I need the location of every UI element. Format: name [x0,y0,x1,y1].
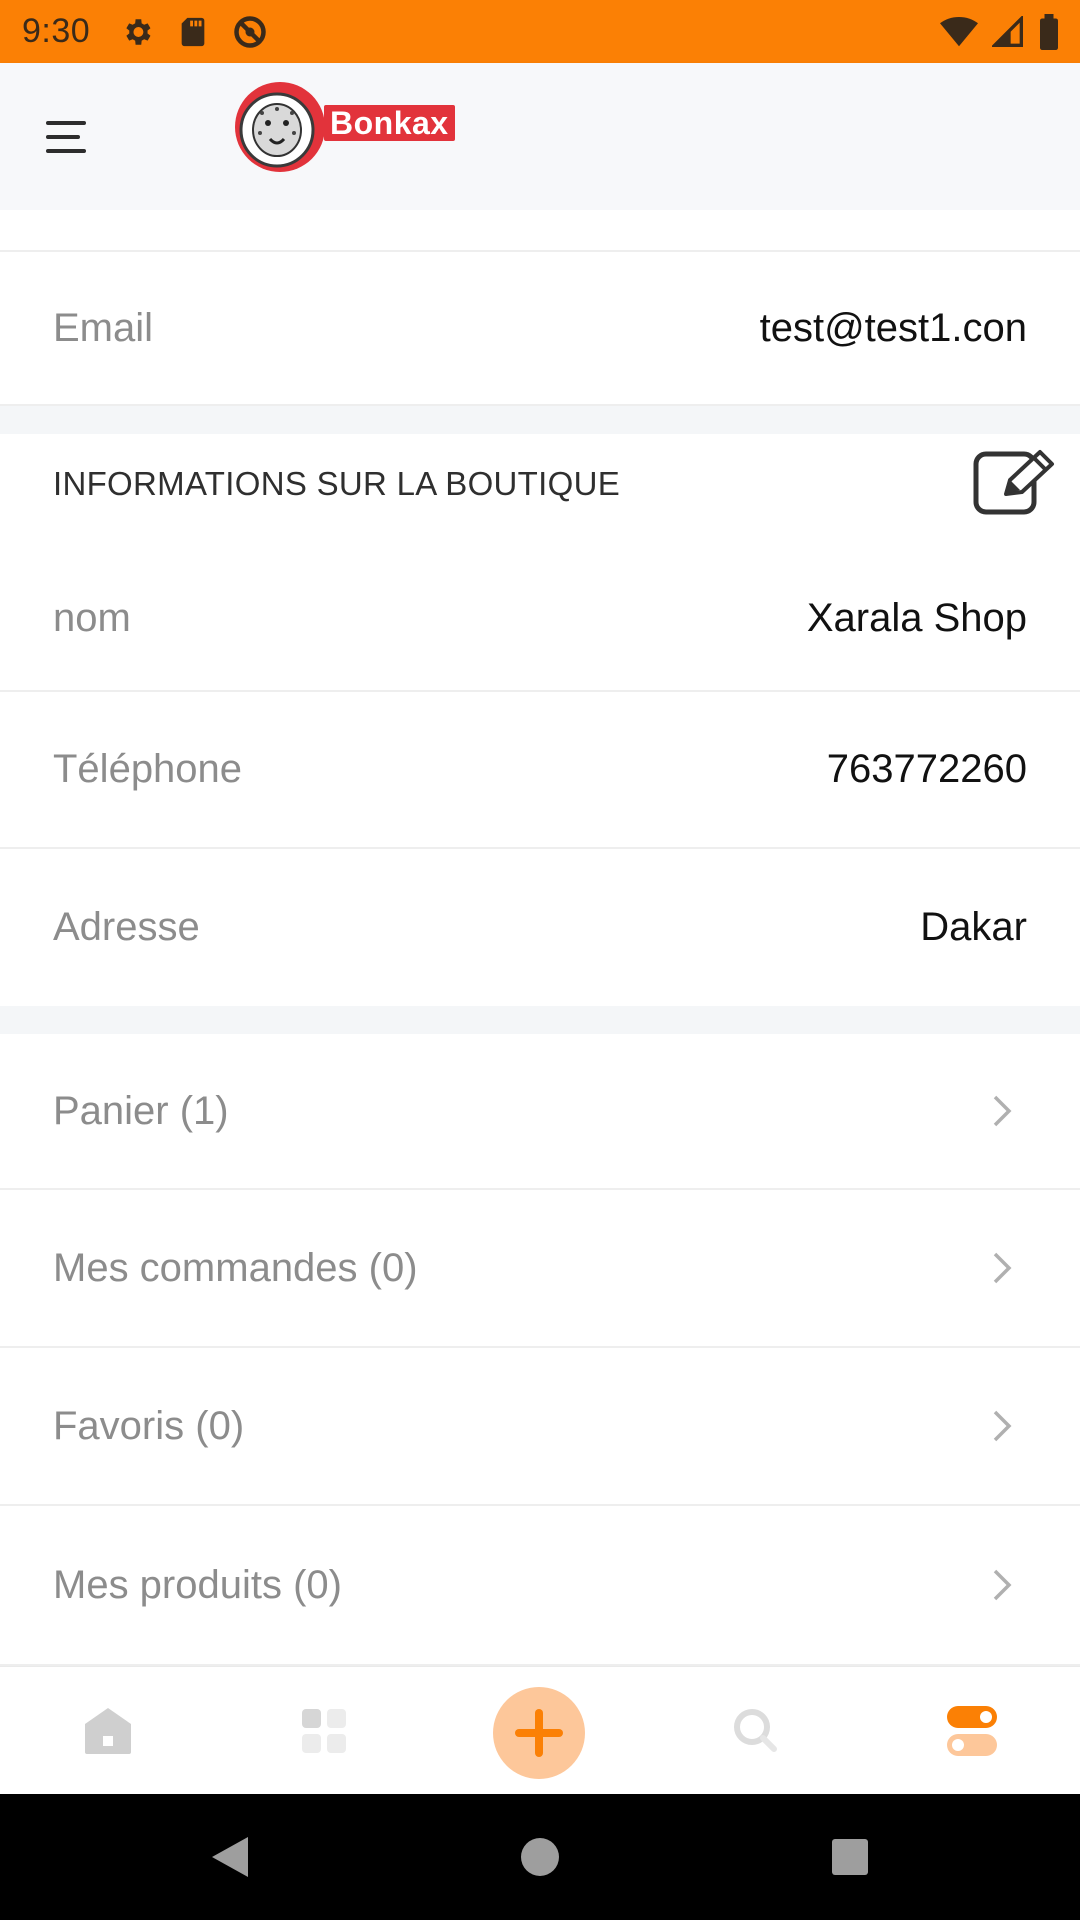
signal-icon [992,15,1023,47]
back-icon [212,1837,248,1877]
nav-add-button[interactable] [493,1687,585,1779]
menu-row-orders[interactable]: Mes commandes (0) [0,1190,1080,1348]
do-not-disturb-icon [234,15,266,48]
menu-button[interactable] [40,115,96,159]
nav-settings[interactable] [924,1667,1020,1795]
edit-icon [973,450,1054,515]
shop-address-label: Adresse [53,905,200,949]
shop-phone-row: Téléphone 763772260 [0,692,1080,849]
chevron-right-icon [993,1410,1012,1442]
home-icon [85,1708,131,1754]
wifi-icon [940,16,978,46]
system-nav-bar [0,1794,1080,1920]
menu-row-label: Mes commandes (0) [53,1245,418,1290]
nav-search[interactable] [708,1667,804,1795]
status-bar: 9:30 [0,0,1080,63]
leopard-logo-icon [235,82,325,172]
add-icon [515,1709,563,1757]
system-back-button[interactable] [190,1794,270,1920]
sd-card-icon [181,17,205,46]
menu-row-cart[interactable]: Panier (1) [0,1034,1080,1190]
email-label: Email [53,305,154,350]
recents-icon [832,1839,868,1875]
profile-row-top [0,210,1080,252]
chevron-right-icon [993,1569,1012,1601]
shop-phone-label: Téléphone [53,747,243,791]
system-recents-button[interactable] [810,1794,890,1920]
chevron-right-icon [993,1252,1012,1284]
email-row: Email test@test1.con [0,252,1080,406]
search-icon [734,1709,777,1752]
nav-home[interactable] [60,1667,156,1795]
menu-row-favorites[interactable]: Favoris (0) [0,1348,1080,1506]
shop-address-row: Adresse Dakar [0,849,1080,1006]
section-divider [0,1006,1080,1034]
edit-shop-button[interactable] [972,448,1056,516]
nav-categories[interactable] [276,1667,372,1795]
shop-phone-value: 763772260 [826,747,1027,791]
shop-name-row: nom Xarala Shop [0,546,1080,692]
email-value: test@test1.con [759,305,1027,350]
brand-logo[interactable]: Bonkax [232,75,477,185]
status-time: 9:30 [22,12,91,50]
section-divider [0,406,1080,434]
bottom-nav [0,1666,1080,1794]
gear-icon [126,18,151,45]
grid-icon [302,1709,346,1753]
shop-name-value: Xarala Shop [806,595,1027,640]
home-circle-icon [521,1838,559,1876]
menu-row-label: Mes produits (0) [53,1562,342,1607]
chevron-right-icon [993,1095,1012,1127]
menu-icon [46,121,86,153]
menu-row-products[interactable]: Mes produits (0) [0,1506,1080,1666]
logo-text: Bonkax [324,105,455,141]
shop-name-label: nom [53,595,131,640]
shop-info-title: INFORMATIONS SUR LA BOUTIQUE [53,465,621,502]
menu-row-label: Favoris (0) [53,1403,245,1448]
menu-row-label: Panier (1) [53,1088,229,1133]
battery-icon [1040,13,1058,50]
system-home-button[interactable] [500,1794,580,1920]
shop-address-value: Dakar [920,905,1027,949]
app-header: Bonkax [0,63,1080,210]
toggle-icon [947,1706,997,1756]
